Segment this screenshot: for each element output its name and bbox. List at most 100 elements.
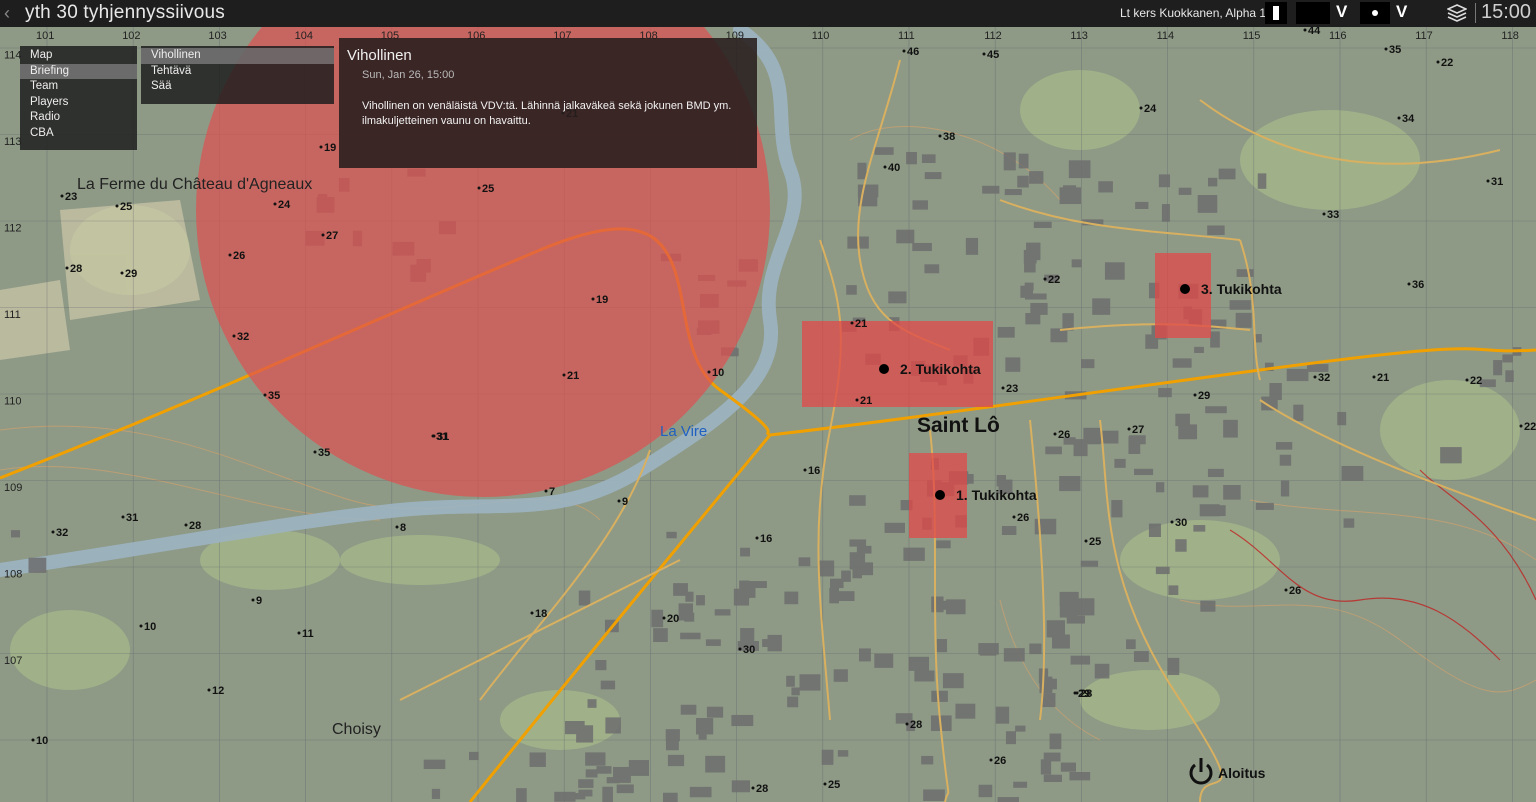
building [1111, 500, 1123, 518]
toggle-button[interactable] [1265, 2, 1287, 24]
elevation-label: 10 [712, 367, 724, 379]
building [798, 557, 811, 567]
dot-icon [1372, 10, 1378, 16]
elevation-dot [477, 186, 481, 190]
marker-shape-button[interactable] [1360, 2, 1390, 24]
chevron-down-icon[interactable]: V [1336, 2, 1347, 22]
menu-item-map[interactable]: Map [20, 48, 137, 64]
menu-item-cba[interactable]: CBA [20, 126, 137, 142]
building [1205, 406, 1227, 414]
building [786, 675, 795, 687]
menu-item-radio[interactable]: Radio [20, 110, 137, 126]
submenu-item-saa[interactable]: Sää [141, 79, 334, 95]
building [1013, 781, 1028, 788]
building [706, 706, 724, 718]
building [924, 264, 940, 274]
chevron-left-icon[interactable]: ‹ [4, 3, 10, 24]
elevation-label: 20 [667, 613, 679, 625]
building [1158, 174, 1171, 188]
elevation-dot [1372, 375, 1376, 379]
briefing-date: Sun, Jan 26, 15:00 [362, 69, 455, 81]
elevation-dot [207, 688, 211, 692]
elevation-dot [982, 52, 986, 56]
building [1080, 560, 1099, 567]
building [696, 595, 705, 606]
elevation-dot [51, 530, 55, 534]
building [1306, 364, 1329, 372]
building [1051, 634, 1070, 649]
building [1207, 225, 1225, 236]
submenu-item-tehtava[interactable]: Tehtävä [141, 64, 334, 80]
elevation-dot [1001, 386, 1005, 390]
building [529, 752, 546, 767]
building [1134, 468, 1154, 476]
menu-item-team[interactable]: Team [20, 79, 137, 95]
elevation-dot [989, 758, 993, 762]
elevation-dot [1313, 375, 1317, 379]
building [1005, 731, 1017, 745]
building [737, 590, 750, 603]
elevation-dot [755, 536, 759, 540]
building [1060, 762, 1076, 772]
building [884, 522, 905, 533]
building [921, 154, 936, 164]
building [1135, 201, 1149, 209]
layers-icon[interactable] [1446, 3, 1468, 28]
city-label: Saint Lô [917, 414, 1000, 437]
building [1015, 725, 1026, 732]
building [830, 578, 844, 589]
building [1063, 185, 1077, 195]
building [1194, 346, 1204, 353]
elevation-label: 27 [1132, 424, 1144, 436]
building [936, 540, 951, 549]
building [1104, 262, 1125, 280]
building [1029, 171, 1044, 184]
elevation-label: 26 [233, 250, 245, 262]
building [995, 706, 1010, 724]
elevation-label: 30 [743, 644, 755, 656]
map-canvas[interactable]: 101 102 103 104 105 106 107 108 109 110 111 112 113 1… [0, 27, 1536, 802]
building [833, 669, 848, 682]
briefing-title: Vihollinen [347, 47, 412, 64]
building [613, 766, 631, 783]
chevron-down-icon[interactable]: V [1396, 2, 1407, 22]
building [846, 285, 857, 295]
building [1293, 404, 1304, 422]
elevation-label: 25 [482, 183, 494, 195]
elevation-label: 21 [860, 395, 872, 407]
elevation-dot [319, 145, 323, 149]
building [1193, 525, 1206, 532]
building [602, 786, 613, 802]
building [837, 750, 849, 757]
elevation-dot [232, 334, 236, 338]
elevation-dot [1043, 277, 1047, 281]
building [1148, 523, 1161, 538]
elevation-dot [1053, 432, 1057, 436]
building [1059, 591, 1079, 607]
building [849, 552, 866, 570]
building [982, 185, 1000, 194]
building [946, 599, 966, 615]
menu-item-players[interactable]: Players [20, 95, 137, 111]
briefing-panel: Vihollinen Sun, Jan 26, 15:00 Vihollinen… [339, 38, 757, 168]
start-marker[interactable]: Aloitus [1186, 755, 1276, 789]
elevation-label: 27 [326, 230, 338, 242]
grid-label-top: 103 [208, 30, 226, 42]
elevation-label: 24 [278, 199, 291, 211]
elevation-label: 29 [125, 268, 137, 280]
color-swatch[interactable] [1296, 2, 1330, 24]
building [616, 784, 634, 794]
building [740, 547, 750, 557]
building [924, 172, 942, 180]
elevation-dot [883, 165, 887, 169]
elevation-dot [1384, 47, 1388, 51]
elevation-dot [184, 523, 188, 527]
submenu-item-vihollinen[interactable]: Vihollinen [141, 48, 334, 64]
grid-label-left: 114 [4, 50, 22, 62]
elevation-dot [1303, 28, 1307, 32]
elevation-label: 10 [144, 621, 156, 633]
menu-item-briefing[interactable]: Briefing [20, 63, 137, 80]
briefing-body: Vihollinen on venäläistä VDV:tä. Lähinnä… [362, 100, 732, 127]
building [1178, 187, 1192, 195]
building [1280, 480, 1290, 497]
